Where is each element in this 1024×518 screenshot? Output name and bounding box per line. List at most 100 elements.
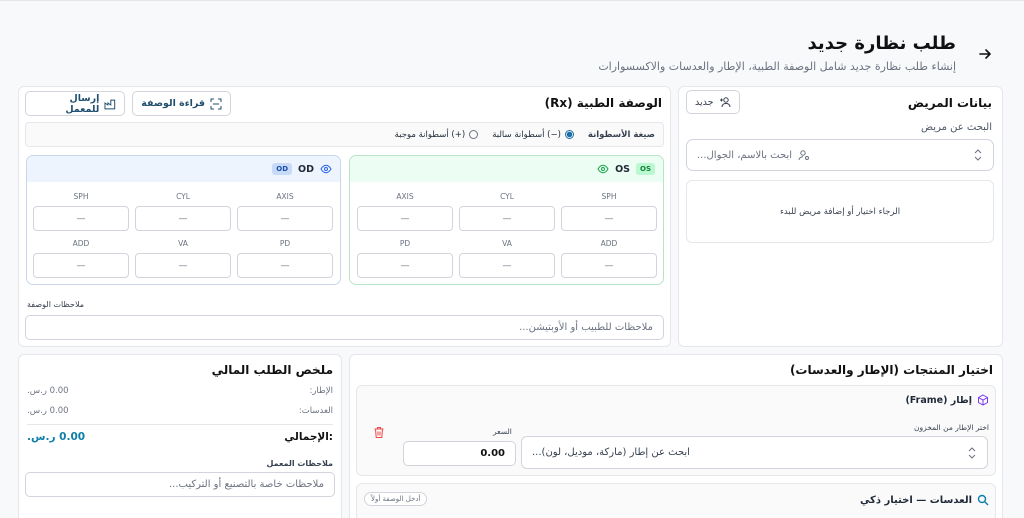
frame-section: إطار (Frame) اختر الإطار من المخزون ابحث… [356, 385, 996, 476]
price-input[interactable]: 0.00 [403, 441, 516, 466]
delete-frame-button[interactable] [373, 426, 385, 439]
frame-search-input[interactable]: ابحث عن إطار (ماركة، موديل، لون)... [521, 436, 988, 469]
formula-label: صيغة الأسطوانة [587, 129, 655, 140]
minus-cyl-radio[interactable]: (−) أسطوانة سالبة [492, 130, 574, 140]
formula-bar: صيغة الأسطوانة (−) أسطوانة سالبة (+) أسط… [25, 122, 664, 147]
new-patient-button[interactable]: جديد [686, 90, 740, 114]
summary-title: ملخص الطلب المالي [211, 363, 333, 377]
os-label-add: ADD [600, 239, 618, 248]
summary-row-lenses: العدسات: 0.00 ر.س. [27, 406, 333, 416]
factory-icon [104, 99, 116, 109]
os-name: OS [615, 163, 630, 175]
top-divider [0, 0, 1024, 1]
eye-icon [320, 164, 332, 174]
price-value: 0.00 [480, 448, 505, 459]
read-rx-button[interactable]: قراءة الوصفة [132, 91, 231, 116]
summary-divider [27, 424, 333, 425]
rx-title: الوصفة الطبية (Rx) [544, 96, 662, 110]
patient-search-input[interactable]: ابحث بالاسم، الجوال... [686, 139, 994, 171]
od-box: OD OD SPH CYL AXIS — — — ADD VA PD — — — [26, 155, 341, 285]
summary-total-row: :الإجمالي 0.00 ر.س. [27, 431, 333, 443]
od-add-input[interactable]: — [33, 253, 129, 278]
os-pd-input[interactable]: — [357, 253, 453, 278]
radio-empty-icon [469, 130, 479, 139]
od-cyl-input[interactable]: — [135, 206, 231, 231]
os-label-sph: SPH [601, 192, 617, 201]
od-pd-input[interactable]: — [237, 253, 333, 278]
user-plus-icon [719, 97, 730, 108]
frame-search-placeholder: ابحث عن إطار (ماركة، موديل، لون)... [532, 447, 690, 458]
os-label-va: VA [502, 239, 512, 248]
plus-cyl-radio[interactable]: (+) أسطوانة موجبة [395, 130, 479, 140]
products-card: اختيار المنتجات (الإطار والعدسات) إطار (… [349, 354, 1003, 518]
os-va-input[interactable]: — [459, 253, 555, 278]
od-name: OD [298, 163, 314, 175]
os-axis-input[interactable]: — [357, 206, 453, 231]
products-title: اختيار المنتجات (الإطار والعدسات) [789, 363, 993, 377]
read-rx-label: قراءة الوصفة [141, 98, 205, 109]
patient-search-label: البحث عن مريض [921, 122, 992, 133]
os-header: OS OS [350, 156, 663, 182]
summary-card: ملخص الطلب المالي الإطار: 0.00 ر.س. العد… [18, 354, 342, 518]
patient-empty-text: الرجاء اختيار أو إضافة مريض للبدء [779, 206, 901, 217]
search-icon [977, 494, 989, 506]
os-cyl-input[interactable]: — [459, 206, 555, 231]
rx-notes-input[interactable]: ملاحظات للطبيب أو الأوبتيشن... [25, 315, 664, 340]
summary-lens-value: 0.00 ر.س. [27, 406, 69, 416]
od-label-axis: AXIS [276, 192, 294, 201]
os-tag: OS [636, 163, 655, 175]
od-tag: OD [272, 163, 293, 175]
os-label-cyl: CYL [500, 192, 514, 201]
lens-badge: أدخل الوصفة أولاً [364, 492, 428, 506]
back-button[interactable] [977, 46, 993, 62]
rx-notes-placeholder: ملاحظات للطبيب أو الأوبتيشن... [519, 322, 653, 333]
trash-icon [374, 427, 384, 438]
os-label-pd: PD [399, 239, 411, 248]
send-lab-button[interactable]: إرسال للمعمل [25, 91, 125, 116]
lab-notes-input[interactable]: ملاحظات خاصة بالتصنيع أو التركيب... [25, 472, 335, 497]
od-label-cyl: CYL [176, 192, 190, 201]
summary-total-label: :الإجمالي [284, 431, 333, 443]
rx-notes-label: ملاحظات الوصفة [27, 300, 84, 309]
os-add-input[interactable]: — [561, 253, 657, 278]
od-sph-input[interactable]: — [33, 206, 129, 231]
chevrons-updown-icon [968, 446, 976, 459]
frame-title-row: إطار (Frame) [905, 394, 989, 406]
summary-frame-value: 0.00 ر.س. [27, 386, 69, 396]
scan-icon [210, 98, 222, 109]
os-label-axis: AXIS [396, 192, 414, 201]
lens-title-row: العدسات — اختيار ذكي [860, 494, 989, 506]
eye-icon [597, 164, 609, 174]
patient-search-placeholder: ابحث بالاسم، الجوال... [697, 149, 793, 161]
patient-card: بيانات المريض جديد البحث عن مريض ابحث با… [678, 86, 1003, 347]
summary-row-frame: الإطار: 0.00 ر.س. [27, 386, 333, 396]
od-label-va: VA [178, 239, 188, 248]
od-va-input[interactable]: — [135, 253, 231, 278]
patient-empty-box: الرجاء اختيار أو إضافة مريض للبدء [686, 180, 994, 243]
lab-notes-label: ملاحظات المعمل [266, 459, 333, 468]
summary-lens-label: العدسات: [298, 406, 333, 416]
frame-search-label: اختر الإطار من المخزون [913, 423, 989, 432]
radio-selected-icon [564, 130, 574, 139]
new-patient-label: جديد [695, 96, 714, 108]
os-sph-input[interactable]: — [561, 206, 657, 231]
frame-title: إطار (Frame) [905, 394, 972, 406]
send-lab-label: إرسال للمعمل [65, 92, 100, 115]
od-label-add: ADD [72, 239, 90, 248]
plus-cyl-label: (+) أسطوانة موجبة [394, 129, 466, 140]
lens-section: العدسات — اختيار ذكي أدخل الوصفة أولاً [356, 483, 996, 518]
summary-total-value: 0.00 ر.س. [27, 431, 86, 443]
user-search-icon [798, 150, 810, 161]
od-label-pd: PD [279, 239, 291, 248]
minus-cyl-label: (−) أسطوانة سالبة [492, 129, 561, 140]
rx-card: الوصفة الطبية (Rx) قراءة الوصفة إرسال لل… [18, 86, 671, 347]
od-axis-input[interactable]: — [237, 206, 333, 231]
page-subtitle: إنشاء طلب نظارة جديد شامل الوصفة الطبية،… [598, 60, 956, 73]
os-box: OS OS SPH CYL AXIS — — — ADD VA PD — — — [349, 155, 664, 285]
arrow-right-icon [979, 49, 991, 59]
lens-title: العدسات — اختيار ذكي [859, 494, 972, 506]
od-label-sph: SPH [73, 192, 89, 201]
chevrons-updown-icon [974, 149, 982, 161]
page-title: طلب نظارة جديد [807, 33, 956, 54]
price-label: السعر [493, 427, 512, 436]
